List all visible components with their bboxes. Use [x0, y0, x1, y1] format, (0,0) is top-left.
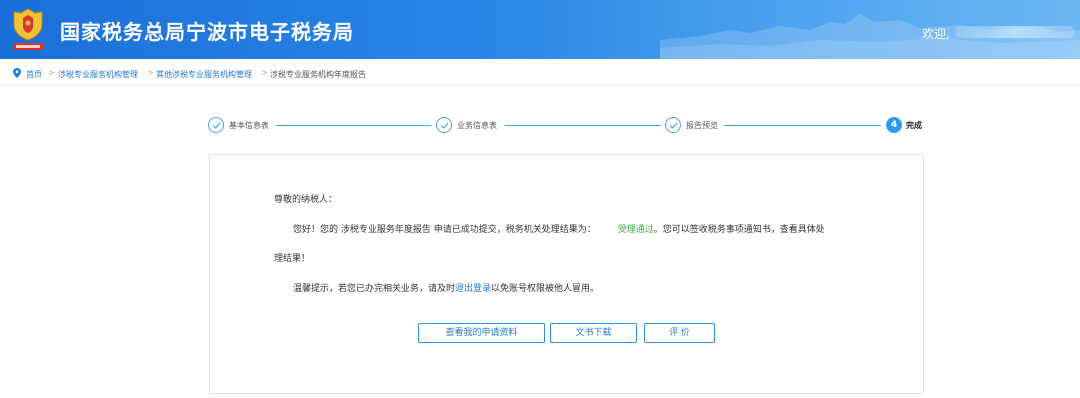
result-message-prefix: 您好！您的 涉税专业服务年度报告 申请已成功提交，税务机关处理结果为：	[293, 225, 596, 235]
breadcrumb-agency-management-link[interactable]: 涉税专业服务机构管理	[58, 69, 138, 80]
result-message-continued: 理结果！	[274, 254, 311, 264]
security-tip-prefix: 温馨提示，若您已办完相关业务，请及时	[293, 284, 456, 294]
step-3-check-icon	[665, 117, 681, 133]
step-2-check-icon	[436, 117, 452, 133]
security-tip: 温馨提示，若您已办完相关业务，请及时退出登录以免账号权限被他人冒用。	[293, 281, 599, 294]
tax-emblem-icon	[13, 8, 43, 50]
site-header: 国家税务总局宁波市电子税务局 欢迎,	[0, 0, 1080, 59]
result-message: 您好！您的 涉税专业服务年度报告 申请已成功提交，税务机关处理结果为： 受理通过。…	[293, 222, 825, 235]
breadcrumb-separator: >	[261, 68, 268, 77]
logout-link[interactable]: 退出登录	[455, 284, 491, 294]
breadcrumb-current-page: 涉税专业服务机构年度报告	[270, 70, 366, 79]
step-3-label: 报告预览	[686, 121, 718, 130]
step-2-label: 业务信息表	[457, 121, 497, 130]
username-redacted	[955, 26, 1075, 38]
result-message-suffix: 。您可以签收税务事项通知书，查看具体处	[653, 225, 825, 235]
welcome-text: 欢迎,	[922, 27, 950, 41]
greeting-text: 尊敬的纳税人：	[274, 195, 338, 205]
site-title: 国家税务总局宁波市电子税务局	[60, 20, 354, 44]
result-panel: 尊敬的纳税人： 您好！您的 涉税专业服务年度报告 申请已成功提交，税务机关处理结…	[209, 154, 924, 394]
breadcrumb-separator: >	[147, 68, 154, 77]
progress-steps: 基本信息表 业务信息表 报告预览 4 完成	[0, 113, 1080, 137]
result-status: 受理通过	[617, 225, 654, 235]
evaluate-button[interactable]: 评 价	[644, 323, 715, 343]
breadcrumb-home-link[interactable]: 首页	[26, 69, 42, 80]
download-documents-button[interactable]: 文书下载	[550, 323, 637, 343]
breadcrumb-separator: >	[48, 68, 55, 77]
step-4-number: 4	[886, 117, 902, 133]
step-1-check-icon	[208, 117, 224, 133]
step-connector	[276, 125, 431, 126]
view-application-button[interactable]: 查看我的申请资料	[418, 323, 545, 343]
location-pin-icon	[13, 68, 21, 78]
breadcrumb-other-agency-link[interactable]: 其他涉税专业服务机构管理	[156, 69, 252, 80]
step-1-label: 基本信息表	[229, 121, 269, 130]
step-connector	[724, 125, 881, 126]
breadcrumb: 首页 > 涉税专业服务机构管理 > 其他涉税专业服务机构管理 > 涉税专业服务机…	[0, 61, 1080, 85]
step-4-label: 完成	[906, 121, 922, 130]
security-tip-suffix: 以免账号权限被他人冒用。	[491, 284, 600, 294]
step-connector	[505, 125, 661, 126]
